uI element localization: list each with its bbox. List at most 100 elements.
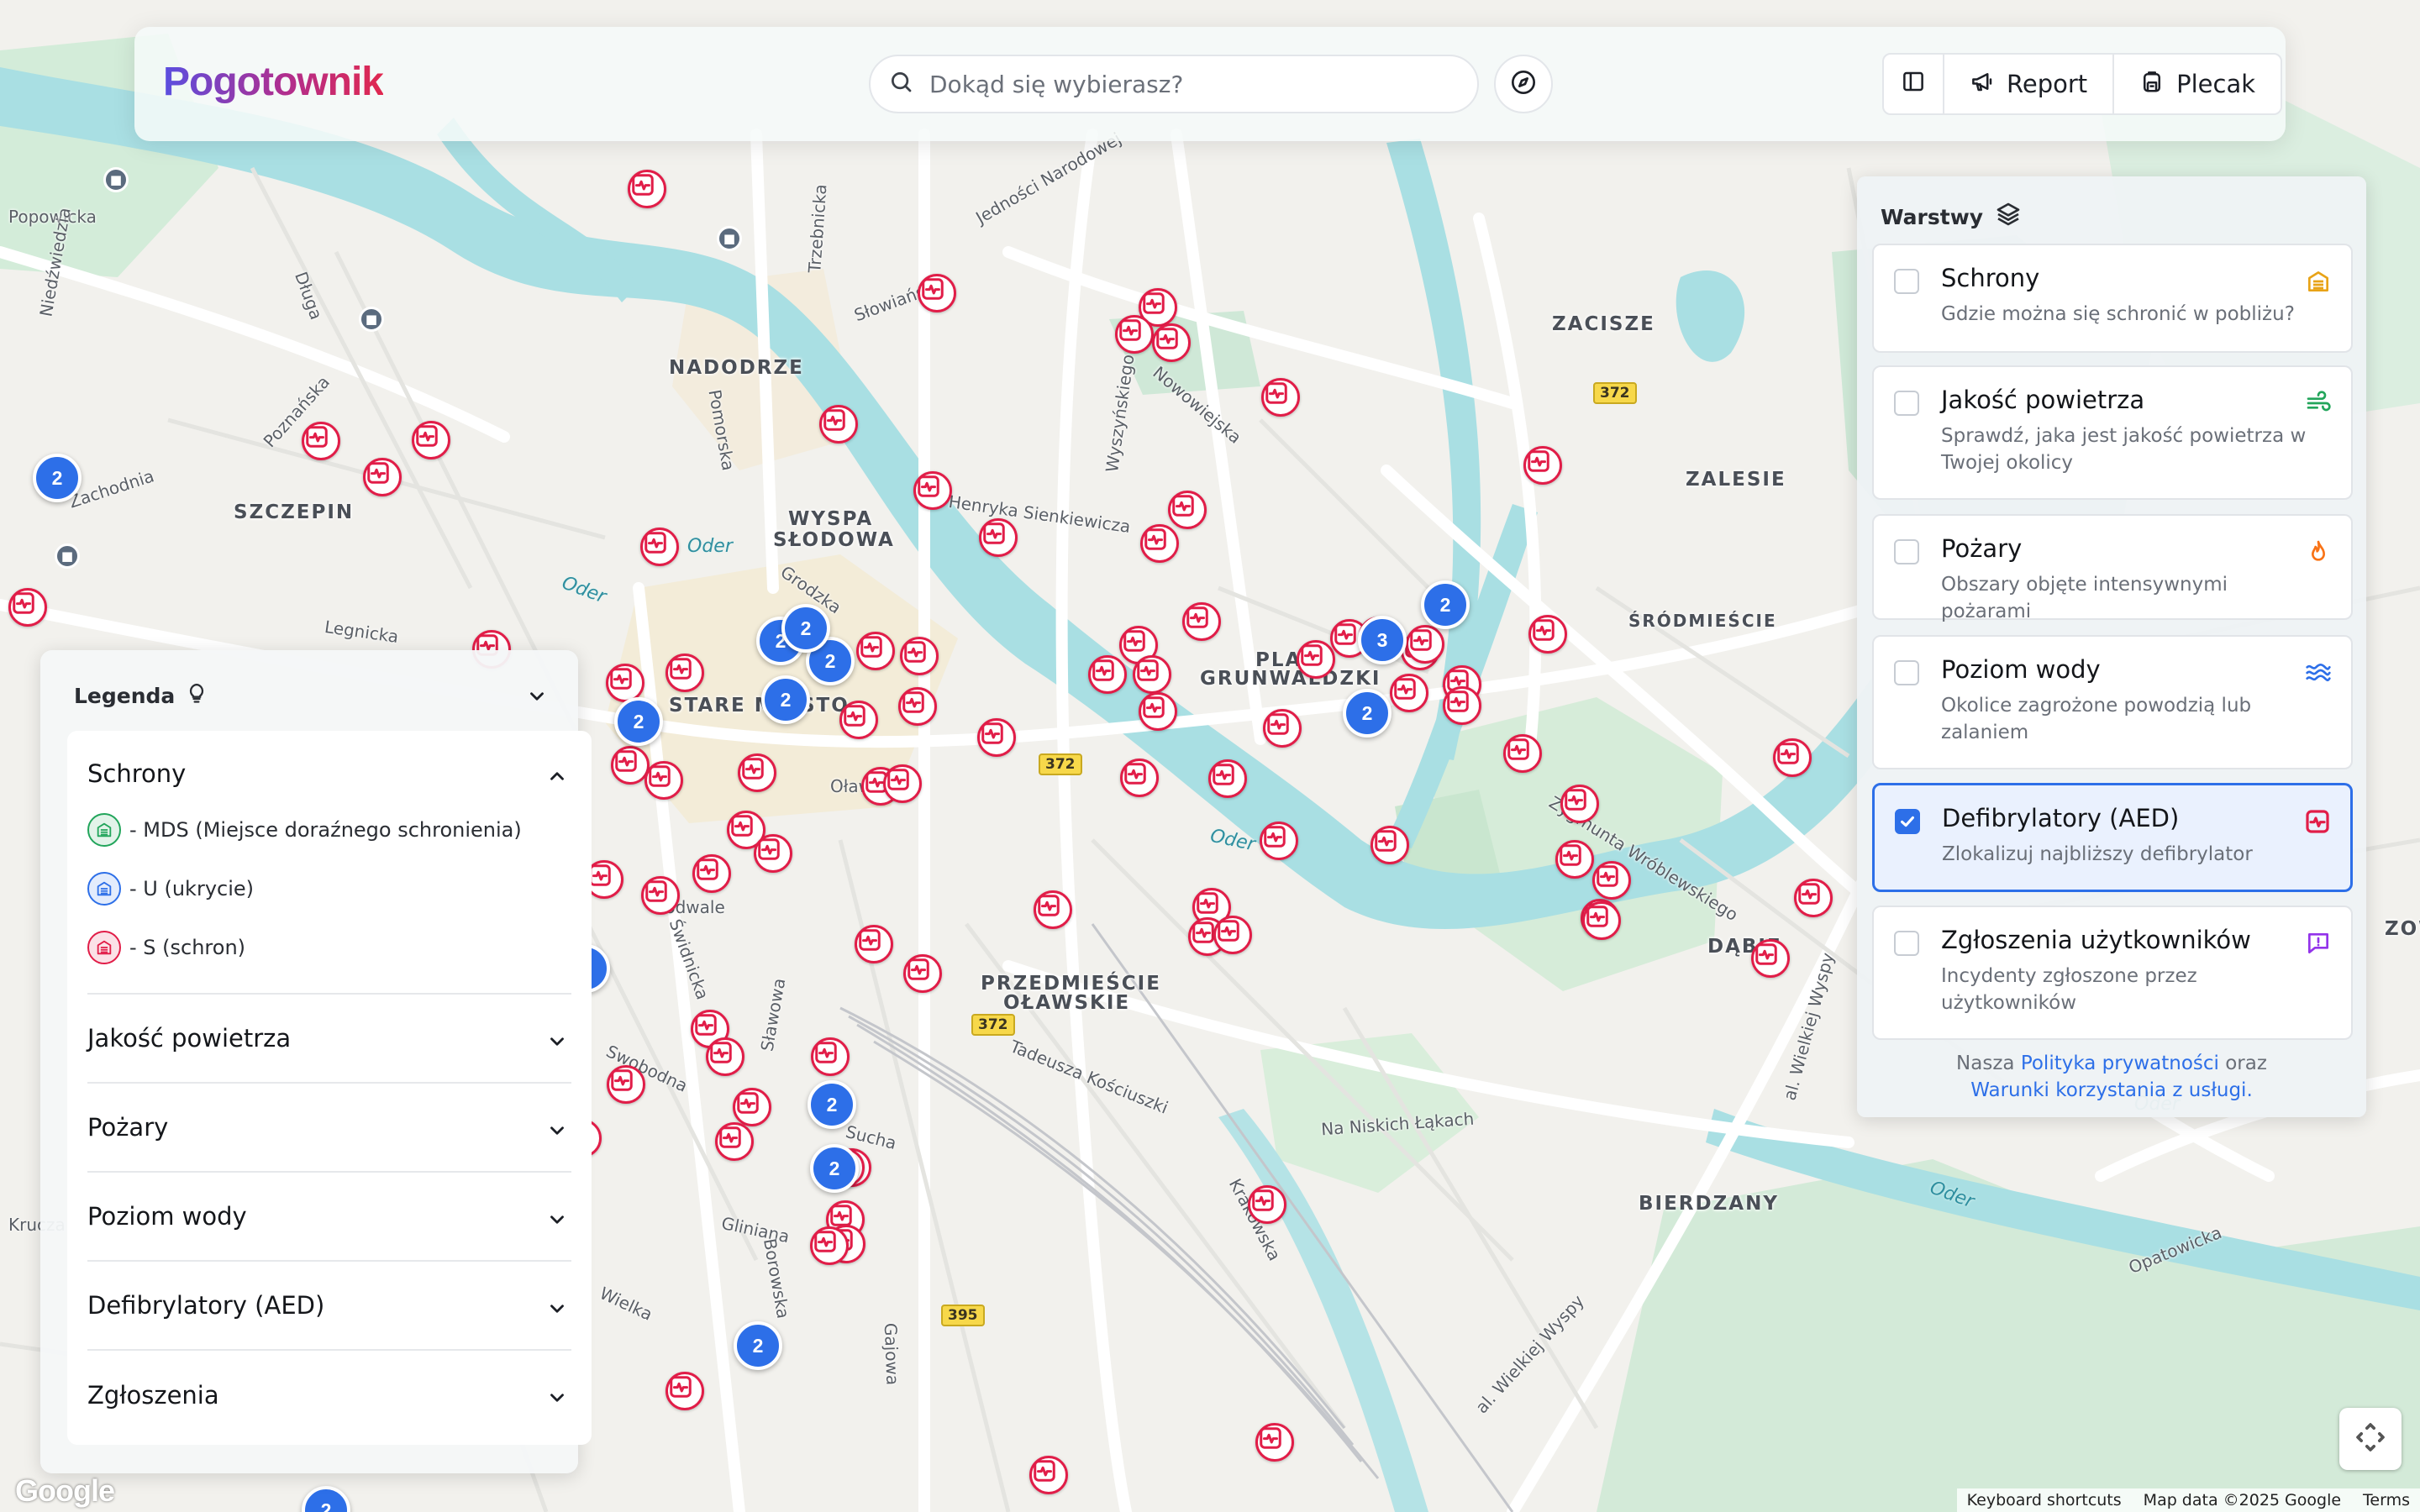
aed-marker[interactable] [1751, 939, 1790, 978]
aed-marker[interactable] [1208, 759, 1247, 798]
layer-card[interactable]: Schrony Gdzie można się schronić w pobliż… [1872, 244, 2353, 353]
aed-marker[interactable] [1592, 861, 1631, 900]
backpack-button[interactable]: Plecak [2114, 55, 2281, 113]
aed-marker[interactable] [918, 274, 956, 312]
chevron-down-icon[interactable] [546, 1030, 568, 1058]
aed-marker[interactable] [1370, 826, 1409, 864]
aed-marker[interactable] [738, 753, 776, 792]
report-button[interactable]: Report [1944, 55, 2115, 113]
aed-marker[interactable] [302, 422, 340, 460]
aed-marker[interactable] [715, 1122, 754, 1161]
aed-marker[interactable] [1260, 822, 1298, 860]
aed-marker[interactable] [913, 471, 952, 510]
aed-marker[interactable] [666, 1372, 704, 1410]
aed-cluster[interactable]: 2 [1343, 689, 1392, 738]
tram-stop-icon[interactable]: ■ [55, 543, 80, 569]
aed-marker[interactable] [1443, 686, 1481, 725]
aed-marker[interactable] [412, 421, 450, 459]
aed-marker[interactable] [1029, 1456, 1068, 1494]
aed-marker[interactable] [810, 1226, 849, 1265]
aed-marker[interactable] [644, 761, 683, 800]
aed-cluster[interactable]: 2 [734, 1321, 782, 1370]
aed-cluster[interactable]: 2 [761, 675, 810, 724]
aed-marker[interactable] [898, 687, 937, 726]
aed-marker[interactable] [640, 528, 679, 566]
layer-card[interactable]: Jakość powietrza Sprawdź, jaka jest jakoś… [1872, 365, 2353, 500]
aed-cluster[interactable]: 2 [781, 604, 830, 653]
aed-marker[interactable] [839, 701, 878, 739]
legend-section-header[interactable]: Schrony [87, 759, 571, 788]
aed-marker[interactable] [1406, 625, 1444, 664]
tram-stop-icon[interactable]: ■ [717, 226, 742, 251]
aed-marker[interactable] [1261, 378, 1300, 417]
aed-marker[interactable] [811, 1037, 850, 1076]
aed-marker[interactable] [1297, 640, 1335, 679]
legend-header[interactable]: Legenda [74, 680, 560, 711]
aed-marker[interactable] [1248, 1185, 1286, 1224]
aed-marker[interactable] [1555, 840, 1594, 879]
aed-marker[interactable] [1263, 709, 1302, 748]
legend-section[interactable]: Defibrylatory (AED) [87, 1262, 571, 1351]
aed-marker[interactable] [1255, 1423, 1294, 1462]
aed-marker[interactable] [1213, 916, 1252, 954]
aed-marker[interactable] [1773, 738, 1812, 777]
layer-checkbox[interactable] [1894, 391, 1919, 416]
aed-cluster[interactable]: 3 [1358, 616, 1407, 664]
aed-marker[interactable] [979, 518, 1018, 557]
layer-checkbox[interactable] [1894, 539, 1919, 564]
aed-marker[interactable] [855, 925, 893, 963]
chevron-down-icon[interactable] [546, 1119, 568, 1147]
aed-marker[interactable] [1390, 674, 1428, 712]
aed-marker[interactable] [1582, 901, 1621, 940]
legend-section[interactable]: Zgłoszenia [87, 1351, 571, 1440]
aed-cluster[interactable]: 2 [810, 1144, 859, 1193]
aed-marker[interactable] [1523, 446, 1562, 485]
layer-card[interactable]: Pożary Obszary objęte intensywnymi pożara… [1872, 514, 2353, 622]
aed-marker[interactable] [883, 764, 922, 803]
aed-marker[interactable] [1115, 315, 1154, 354]
chevron-up-icon[interactable] [546, 764, 568, 793]
aed-cluster[interactable]: 2 [1421, 580, 1470, 629]
layer-card[interactable]: Defibrylatory (AED) Zlokalizuj najbliższy… [1872, 783, 2353, 892]
aed-marker[interactable] [1088, 655, 1127, 694]
aed-marker[interactable] [754, 834, 792, 873]
aed-cluster[interactable]: 2 [33, 454, 82, 502]
aed-marker[interactable] [900, 637, 939, 675]
search-box[interactable] [869, 55, 1479, 113]
aed-marker[interactable] [977, 718, 1016, 757]
aed-marker[interactable] [1794, 879, 1833, 917]
aed-marker[interactable] [607, 1065, 645, 1104]
keyboard-shortcuts-link[interactable]: Keyboard shortcuts [1967, 1491, 2122, 1509]
privacy-policy-link[interactable]: Polityka prywatności [2021, 1053, 2219, 1074]
aed-marker[interactable] [856, 632, 895, 670]
layer-card[interactable]: Zgłoszenia użytkowników Incydenty zgłoszo… [1872, 906, 2353, 1040]
legend-section[interactable]: Jakość powietrza [87, 995, 571, 1084]
aed-marker[interactable] [641, 876, 680, 915]
layer-checkbox[interactable] [1894, 660, 1919, 685]
layer-checkbox[interactable] [1894, 269, 1919, 294]
aed-marker[interactable] [1168, 491, 1207, 529]
chevron-down-icon[interactable] [546, 1297, 568, 1326]
tram-stop-icon[interactable]: ■ [103, 167, 129, 192]
aed-marker[interactable] [8, 588, 47, 627]
aed-marker[interactable] [692, 854, 731, 893]
aed-marker[interactable] [1034, 890, 1072, 929]
chevron-down-icon[interactable] [526, 685, 548, 712]
tram-stop-icon[interactable]: ■ [359, 307, 384, 332]
brand-logo[interactable]: Pogotownik [163, 59, 384, 105]
chevron-down-icon[interactable] [546, 1386, 568, 1415]
aed-cluster[interactable]: 2 [808, 1080, 856, 1129]
locate-button[interactable] [1494, 55, 1553, 113]
aed-marker[interactable] [1152, 323, 1191, 362]
sidebar-toggle-button[interactable] [1884, 55, 1944, 113]
aed-marker[interactable] [1139, 692, 1177, 731]
legend-section[interactable]: Poziom wody [87, 1173, 571, 1262]
search-input[interactable] [929, 70, 1434, 98]
aed-marker[interactable] [628, 170, 666, 208]
aed-marker[interactable] [706, 1037, 744, 1076]
aed-marker[interactable] [1182, 602, 1221, 641]
chevron-down-icon[interactable] [546, 1208, 568, 1236]
terms-link[interactable]: Terms [2363, 1491, 2410, 1509]
legend-section[interactable]: Pożary [87, 1084, 571, 1173]
aed-marker[interactable] [1560, 785, 1599, 823]
